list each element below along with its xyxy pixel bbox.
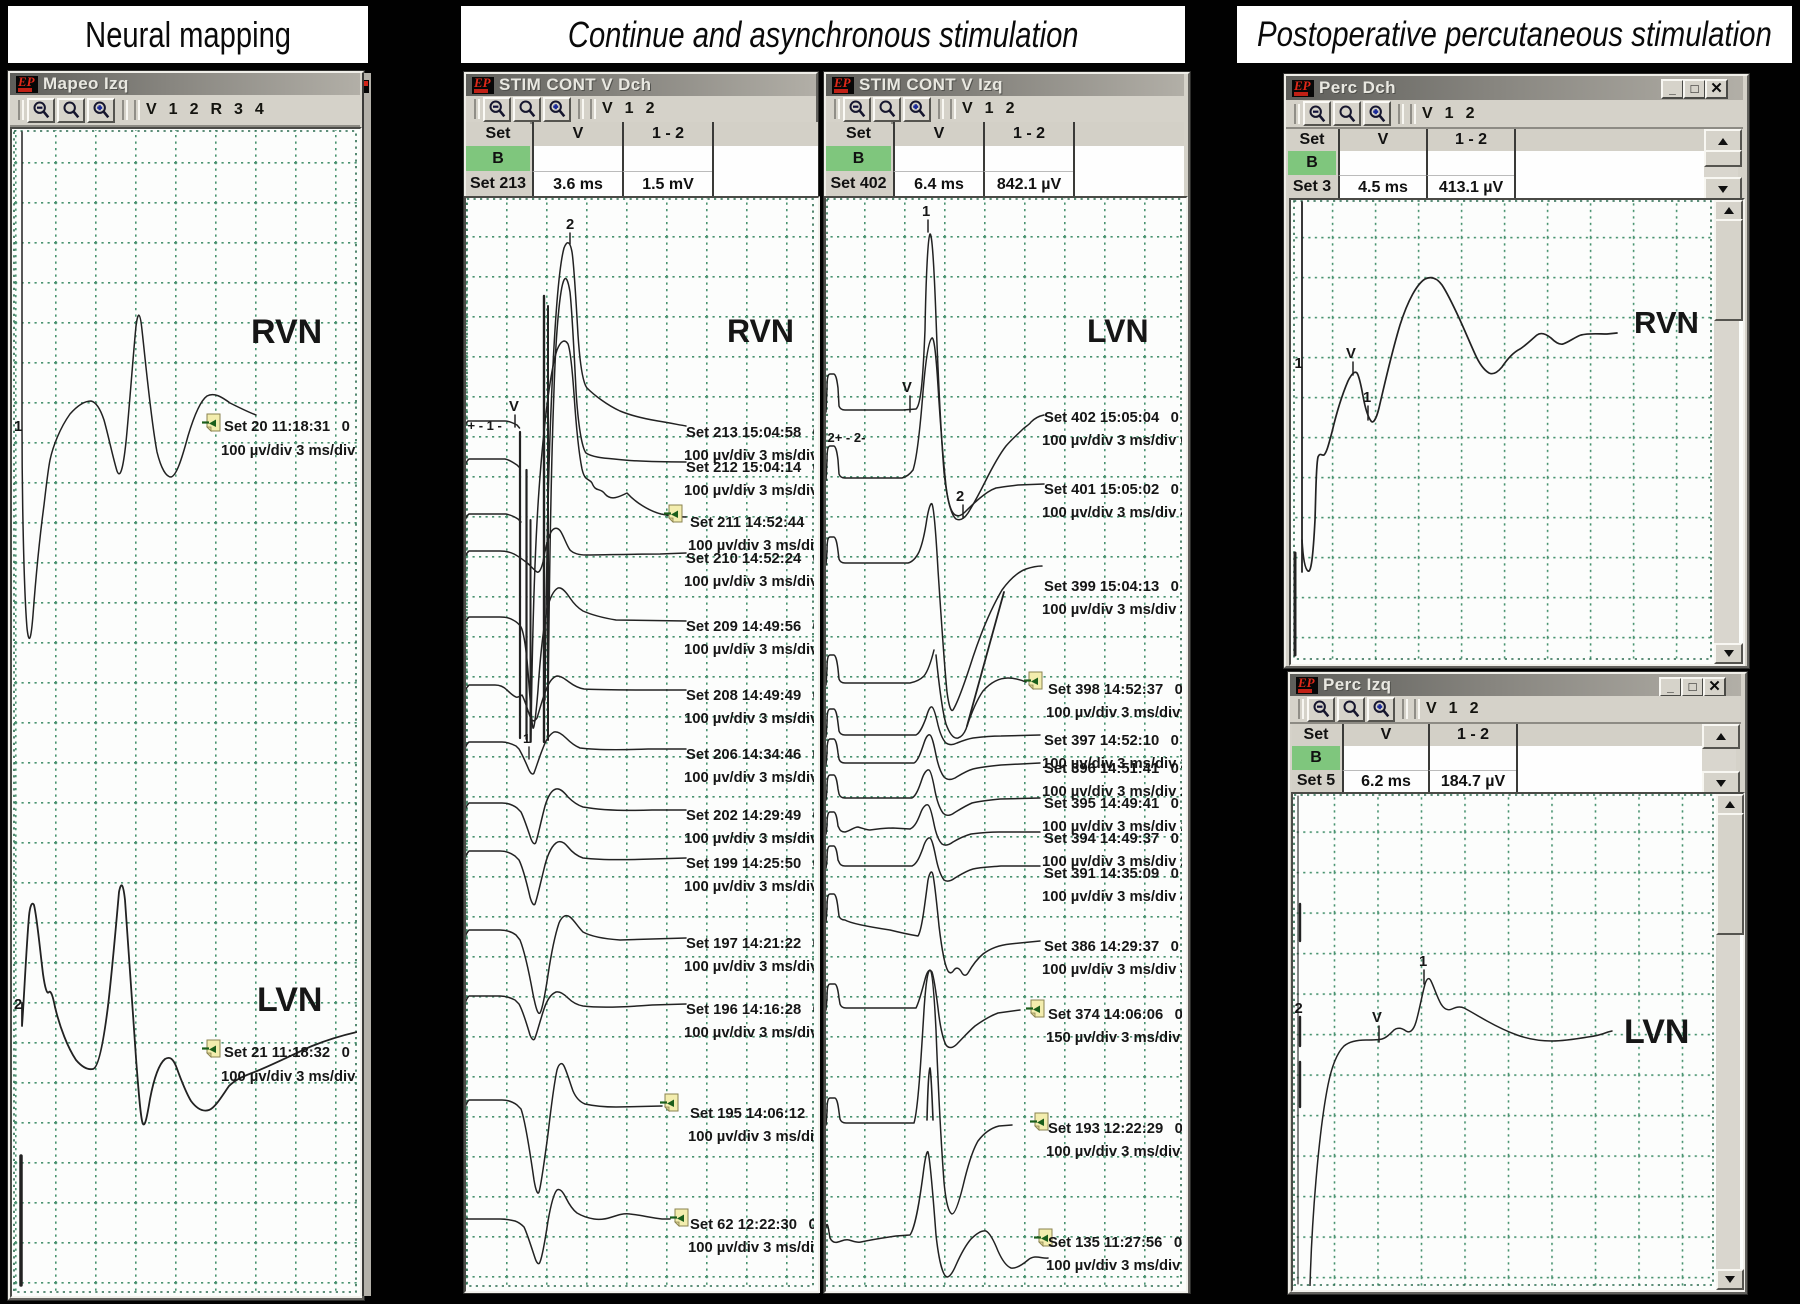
svg-text:100 µv/div 3 ms/div 1:: 100 µv/div 3 ms/div 1: (684, 574, 814, 590)
svg-text:100 µv/div 3 ms/div: 100 µv/div 3 ms/div (688, 1240, 814, 1256)
svg-text:2+ - 2-: 2+ - 2- (828, 430, 866, 445)
svg-text:Set 402 15:05:04 0: Set 402 15:05:04 0 (1044, 410, 1179, 426)
svg-text:Set 212 15:04:14 0: Set 212 15:04:14 0 (686, 460, 814, 476)
svg-text:V: V (1346, 346, 1356, 362)
svg-text:100 µv/div 3 ms/div 2(: 100 µv/div 3 ms/div 2( (684, 879, 814, 895)
svg-text:Set 202 14:29:49 0: Set 202 14:29:49 0 (686, 808, 814, 824)
svg-text:100 µv/div 3 ms/div 2: 100 µv/div 3 ms/div 2 (221, 1069, 357, 1085)
svg-text:100 µv/div 3 ms/div 2: 100 µv/div 3 ms/div 2 (221, 443, 357, 459)
svg-text:1: 1 (1419, 954, 1427, 970)
svg-text:Set 21 11:18:32 0: Set 21 11:18:32 0 (224, 1045, 350, 1061)
svg-text:Set 209 14:49:56 0: Set 209 14:49:56 0 (686, 619, 814, 635)
svg-text:Set 211 14:52:44 0: Set 211 14:52:44 0 (690, 515, 814, 531)
svg-text:RVN: RVN (727, 313, 794, 349)
svg-text:Set 213 15:04:58 0: Set 213 15:04:58 0 (686, 425, 814, 441)
svg-text:V: V (1372, 1010, 1382, 1026)
svg-text:2: 2 (566, 217, 574, 233)
svg-text:100 µv/div 3 ms/div 1(: 100 µv/div 3 ms/div 1( (684, 711, 814, 727)
svg-text:100 µv/div 3 ms/div 4: 100 µv/div 3 ms/div 4 (1042, 889, 1182, 905)
svg-text:100 µv/div 3 ms/div 1:: 100 µv/div 3 ms/div 1: (684, 642, 814, 658)
svg-text:100 µv/div 3 ms/div 1:: 100 µv/div 3 ms/div 1: (684, 1025, 814, 1041)
svg-text:100 µv/div 3 ms/div 6: 100 µv/div 3 ms/div 6 (1042, 433, 1182, 449)
svg-text:Set 398 14:52:37 0: Set 398 14:52:37 0 (1048, 682, 1182, 698)
svg-text:100 µv/div 3 ms/div 1:: 100 µv/div 3 ms/div 1: (688, 1129, 814, 1145)
svg-text:V: V (509, 399, 519, 415)
svg-text:Set 195 14:06:12 0: Set 195 14:06:12 0 (690, 1106, 814, 1122)
svg-text:1: 1 (523, 731, 530, 746)
svg-text:Set 197 14:21:22 0: Set 197 14:21:22 0 (686, 936, 814, 952)
svg-text:Set 135 11:27:56 0: Set 135 11:27:56 0 (1048, 1235, 1182, 1251)
svg-text:100 µv/div 3 ms/div 2(: 100 µv/div 3 ms/div 2( (684, 770, 814, 786)
svg-text:100 µv/div 3 ms/div 3: 100 µv/div 3 ms/div 3 (1042, 962, 1182, 978)
svg-text:150 µv/div 3 ms/div 6: 150 µv/div 3 ms/div 6 (1046, 1030, 1182, 1046)
svg-text:Set 395 14:49:41 0: Set 395 14:49:41 0 (1044, 796, 1179, 812)
svg-text:100 µv/div 3 ms/div 3: 100 µv/div 3 ms/div 3 (1042, 602, 1182, 618)
svg-text:Set 196 14:16:28 0: Set 196 14:16:28 0 (686, 1002, 814, 1018)
svg-text:Set 199 14:25:50 0: Set 199 14:25:50 0 (686, 856, 814, 872)
svg-text:Set 399 15:04:13 0: Set 399 15:04:13 0 (1044, 579, 1179, 595)
svg-text:Set 206 14:34:46 0: Set 206 14:34:46 0 (686, 747, 814, 763)
svg-text:100 µv/div 3 ms/div 2(: 100 µv/div 3 ms/div 2( (684, 831, 814, 847)
svg-text:Set 401 15:05:02 0: Set 401 15:05:02 0 (1044, 482, 1179, 498)
svg-text:100 µv/div 3 ms/div 1:: 100 µv/div 3 ms/div 1: (684, 959, 814, 975)
svg-text:Set 391 14:35:09 0: Set 391 14:35:09 0 (1044, 866, 1179, 882)
svg-text:Set 193 12:22:29 0: Set 193 12:22:29 0 (1048, 1121, 1182, 1137)
svg-text:1: 1 (1363, 390, 1371, 406)
svg-text:LVN: LVN (1624, 1013, 1689, 1051)
svg-text:LVN: LVN (1087, 313, 1149, 349)
svg-text:1: 1 (922, 204, 930, 220)
svg-text:2: 2 (14, 997, 22, 1013)
svg-text:1: 1 (14, 419, 22, 435)
svg-text:Set 386 14:29:37 0: Set 386 14:29:37 0 (1044, 939, 1179, 955)
svg-text:100 µv/div 3 ms/div 3(: 100 µv/div 3 ms/div 3( (684, 483, 814, 499)
svg-text:100 µv/div 3 ms/div 4: 100 µv/div 3 ms/div 4 (1042, 505, 1182, 521)
svg-text:Set 396 14:51:41 0: Set 396 14:51:41 0 (1044, 761, 1179, 777)
svg-text:2: 2 (1295, 1001, 1303, 1017)
svg-text:2: 2 (956, 489, 964, 505)
svg-text:Set 20 11:18:31 0: Set 20 11:18:31 0 (224, 419, 350, 435)
svg-text:Set 208 14:49:49 0: Set 208 14:49:49 0 (686, 688, 814, 704)
svg-text:Set 210 14:52:24 0: Set 210 14:52:24 0 (686, 551, 814, 567)
svg-text:1: 1 (1295, 356, 1303, 372)
svg-text:RVN: RVN (1634, 305, 1699, 340)
svg-text:100 µv/div 3 ms/div: 100 µv/div 3 ms/div (1046, 1144, 1181, 1160)
svg-text:RVN: RVN (251, 313, 322, 351)
svg-text:V: V (902, 380, 912, 396)
svg-text:Set 374 14:06:06 0: Set 374 14:06:06 0 (1048, 1007, 1182, 1023)
svg-text:Set 62 12:22:30 0: Set 62 12:22:30 0 (690, 1217, 814, 1233)
svg-text:100 µv/div 3 ms/div: 100 µv/div 3 ms/div (1046, 1258, 1181, 1274)
svg-text:Set 394 14:49:37 0: Set 394 14:49:37 0 (1044, 831, 1179, 847)
svg-text:Set 397 14:52:10 0: Set 397 14:52:10 0 (1044, 733, 1179, 749)
svg-text:100 µv/div 3 ms/div 3: 100 µv/div 3 ms/div 3 (1046, 705, 1182, 721)
svg-text:LVN: LVN (257, 981, 322, 1019)
